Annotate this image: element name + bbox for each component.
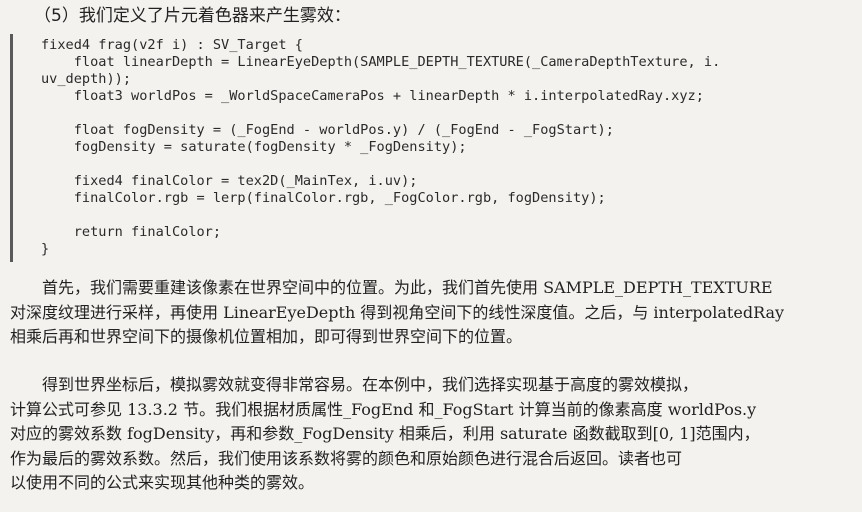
code-block: fixed4 frag(v2f i) : SV_Target { float l… xyxy=(10,34,853,262)
section-heading: （5）我们定义了片元着色器来产生雾效： xyxy=(34,6,351,26)
code-line: } xyxy=(41,241,50,257)
text-line: 对深度纹理进行采样，再使用 LinearEyeDepth 得到视角空间下的线性深… xyxy=(10,302,785,322)
text-line: 得到世界坐标后，模拟雾效就变得非常容易。在本例中，我们选择实现基于高度的雾效模拟… xyxy=(10,375,699,394)
code-line: float fogDensity = (_FogEnd - worldPos.y… xyxy=(41,122,614,138)
text-line: 对应的雾效系数 fogDensity，再和参数_FogDensity 相乘后，利… xyxy=(10,424,760,443)
text-line: 首先，我们需要重建该像素在世界空间中的位置。为此，我们首先使用 SAMPLE_D… xyxy=(10,278,773,297)
paragraph-fog-simulation: 得到世界坐标后，模拟雾效就变得非常容易。在本例中，我们选择实现基于高度的雾效模拟… xyxy=(10,373,852,496)
code-line: uv_depth)); xyxy=(41,71,132,87)
code-line: finalColor.rgb = lerp(finalColor.rgb, _F… xyxy=(41,190,606,206)
code-line: float3 worldPos = _WorldSpaceCameraPos +… xyxy=(41,88,704,104)
code-line: float linearDepth = LinearEyeDepth(SAMPL… xyxy=(41,54,721,70)
text-line: 计算公式可参见 13.3.2 节。我们根据材质属性_FogEnd 和_FogSt… xyxy=(10,399,757,419)
code-line: fixed4 frag(v2f i) : SV_Target { xyxy=(41,37,303,53)
code-line: fixed4 finalColor = tex2D(_MainTex, i.uv… xyxy=(41,173,418,189)
text-line: 以使用不同的公式来实现其他种类的雾效。 xyxy=(10,473,315,492)
paragraph-reconstruct-position: 首先，我们需要重建该像素在世界空间中的位置。为此，我们首先使用 SAMPLE_D… xyxy=(10,276,852,350)
code-line: fogDensity = saturate(fogDensity * _FogD… xyxy=(41,139,467,155)
text-line: 作为最后的雾效系数。然后，我们使用该系数将雾的颜色和原始颜色进行混合后返回。读者… xyxy=(10,448,683,468)
code-line: return finalColor; xyxy=(41,224,222,240)
text-line: 相乘后再和世界空间下的摄像机位置相加，即可得到世界空间下的位置。 xyxy=(10,327,523,346)
